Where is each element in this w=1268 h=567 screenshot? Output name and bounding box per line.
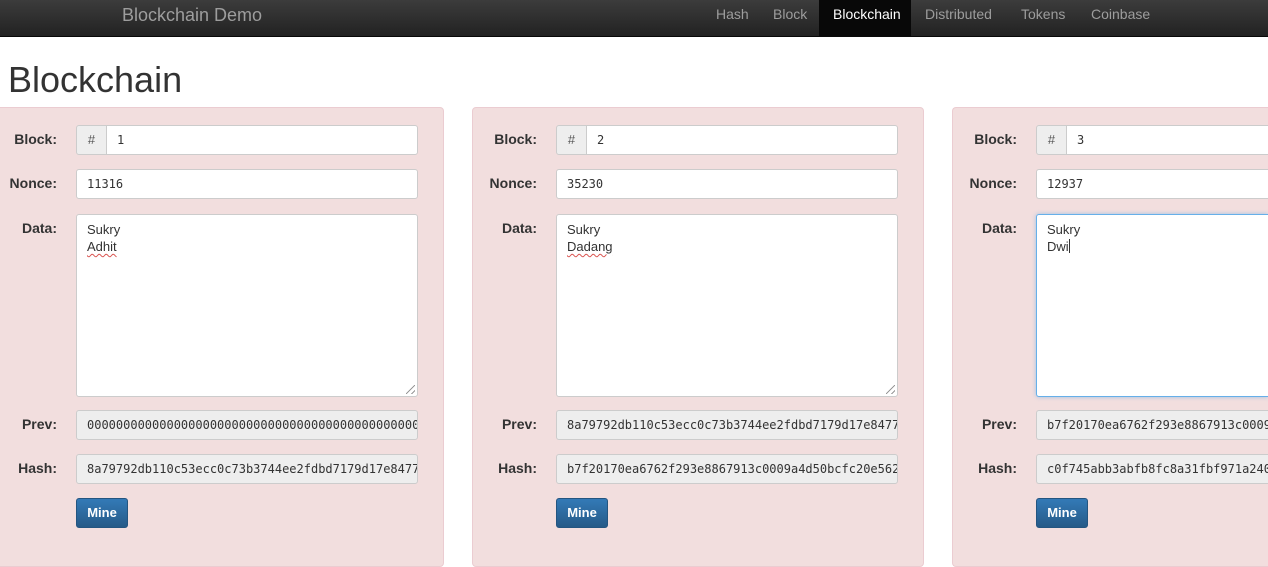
block-label: Block: [974, 131, 1017, 147]
navbar-brand[interactable]: Blockchain Demo [122, 5, 262, 25]
nav-link-distributed[interactable]: Distributed [911, 0, 1006, 36]
block-number-input[interactable]: 3 [1066, 125, 1268, 155]
mine-button[interactable]: Mine [556, 498, 608, 528]
mine-button[interactable]: Mine [1036, 498, 1088, 528]
data-line: Sukry [1047, 222, 1081, 237]
resize-grip-icon[interactable] [406, 385, 415, 394]
block-label: Block: [14, 131, 57, 147]
prev-hash-field: 8a79792db110c53ecc0c73b3744ee2fdbd7179d1… [556, 410, 898, 440]
block-number-addon: # [76, 125, 107, 155]
data-label: Data: [501, 220, 537, 236]
prev-hash-field: b7f20170ea6762f293e8867913c0009 [1036, 410, 1268, 440]
block-label: Block: [494, 131, 537, 147]
top-navbar: Blockchain Demo Hash Block Blockchain Di… [0, 0, 1268, 37]
data-line: Dadang [567, 239, 613, 254]
block-number-input[interactable]: 2 [586, 125, 898, 155]
prev-hash-field: 0000000000000000000000000000000000000000… [76, 410, 418, 440]
data-line: Dwi [1047, 239, 1069, 254]
data-line: Sukry [567, 222, 601, 237]
nonce-input[interactable]: 11316 [76, 169, 418, 199]
data-textarea[interactable]: Sukry Dwi [1036, 214, 1268, 397]
data-label: Data: [981, 220, 1017, 236]
prev-label: Prev: [981, 416, 1017, 432]
block-card-1: Block: # 1 Nonce: 11316 Data: Sukry Adhi… [0, 107, 444, 567]
block-number-addon: # [556, 125, 587, 155]
nonce-input[interactable]: 12937 [1036, 169, 1268, 199]
data-textarea[interactable]: Sukry Dadang [556, 214, 898, 397]
nonce-label: Nonce: [9, 175, 57, 191]
nav-link-block[interactable]: Block [759, 0, 821, 36]
prev-label: Prev: [21, 416, 57, 432]
nonce-label: Nonce: [489, 175, 537, 191]
hash-label: Hash: [18, 460, 57, 476]
block-card-2: Block: # 2 Nonce: 35230 Data: Sukry Dada… [472, 107, 924, 567]
hash-field: b7f20170ea6762f293e8867913c0009a4d50bcfc… [556, 454, 898, 484]
page-title: Blockchain [8, 59, 183, 100]
text-caret [1068, 239, 1070, 253]
data-line: Adhit [87, 239, 117, 254]
data-textarea[interactable]: Sukry Adhit [76, 214, 418, 397]
data-label: Data: [21, 220, 57, 236]
nonce-input[interactable]: 35230 [556, 169, 898, 199]
nav-link-hash[interactable]: Hash [702, 0, 763, 36]
nonce-label: Nonce: [969, 175, 1017, 191]
block-card-3: Block: # 3 Nonce: 12937 Data: Sukry Dwi … [952, 107, 1268, 567]
mine-button[interactable]: Mine [76, 498, 128, 528]
hash-label: Hash: [498, 460, 537, 476]
resize-grip-icon[interactable] [886, 385, 895, 394]
data-line: Sukry [87, 222, 121, 237]
block-number-addon: # [1036, 125, 1067, 155]
nav-link-tokens[interactable]: Tokens [1007, 0, 1079, 36]
hash-field: c0f745abb3abfb8fc8a31fbf971a240 [1036, 454, 1268, 484]
nav-link-blockchain[interactable]: Blockchain [819, 0, 911, 36]
hash-field: 8a79792db110c53ecc0c73b3744ee2fdbd7179d1… [76, 454, 418, 484]
block-number-input[interactable]: 1 [106, 125, 418, 155]
nav-link-coinbase[interactable]: Coinbase [1077, 0, 1164, 36]
hash-label: Hash: [978, 460, 1017, 476]
prev-label: Prev: [501, 416, 537, 432]
